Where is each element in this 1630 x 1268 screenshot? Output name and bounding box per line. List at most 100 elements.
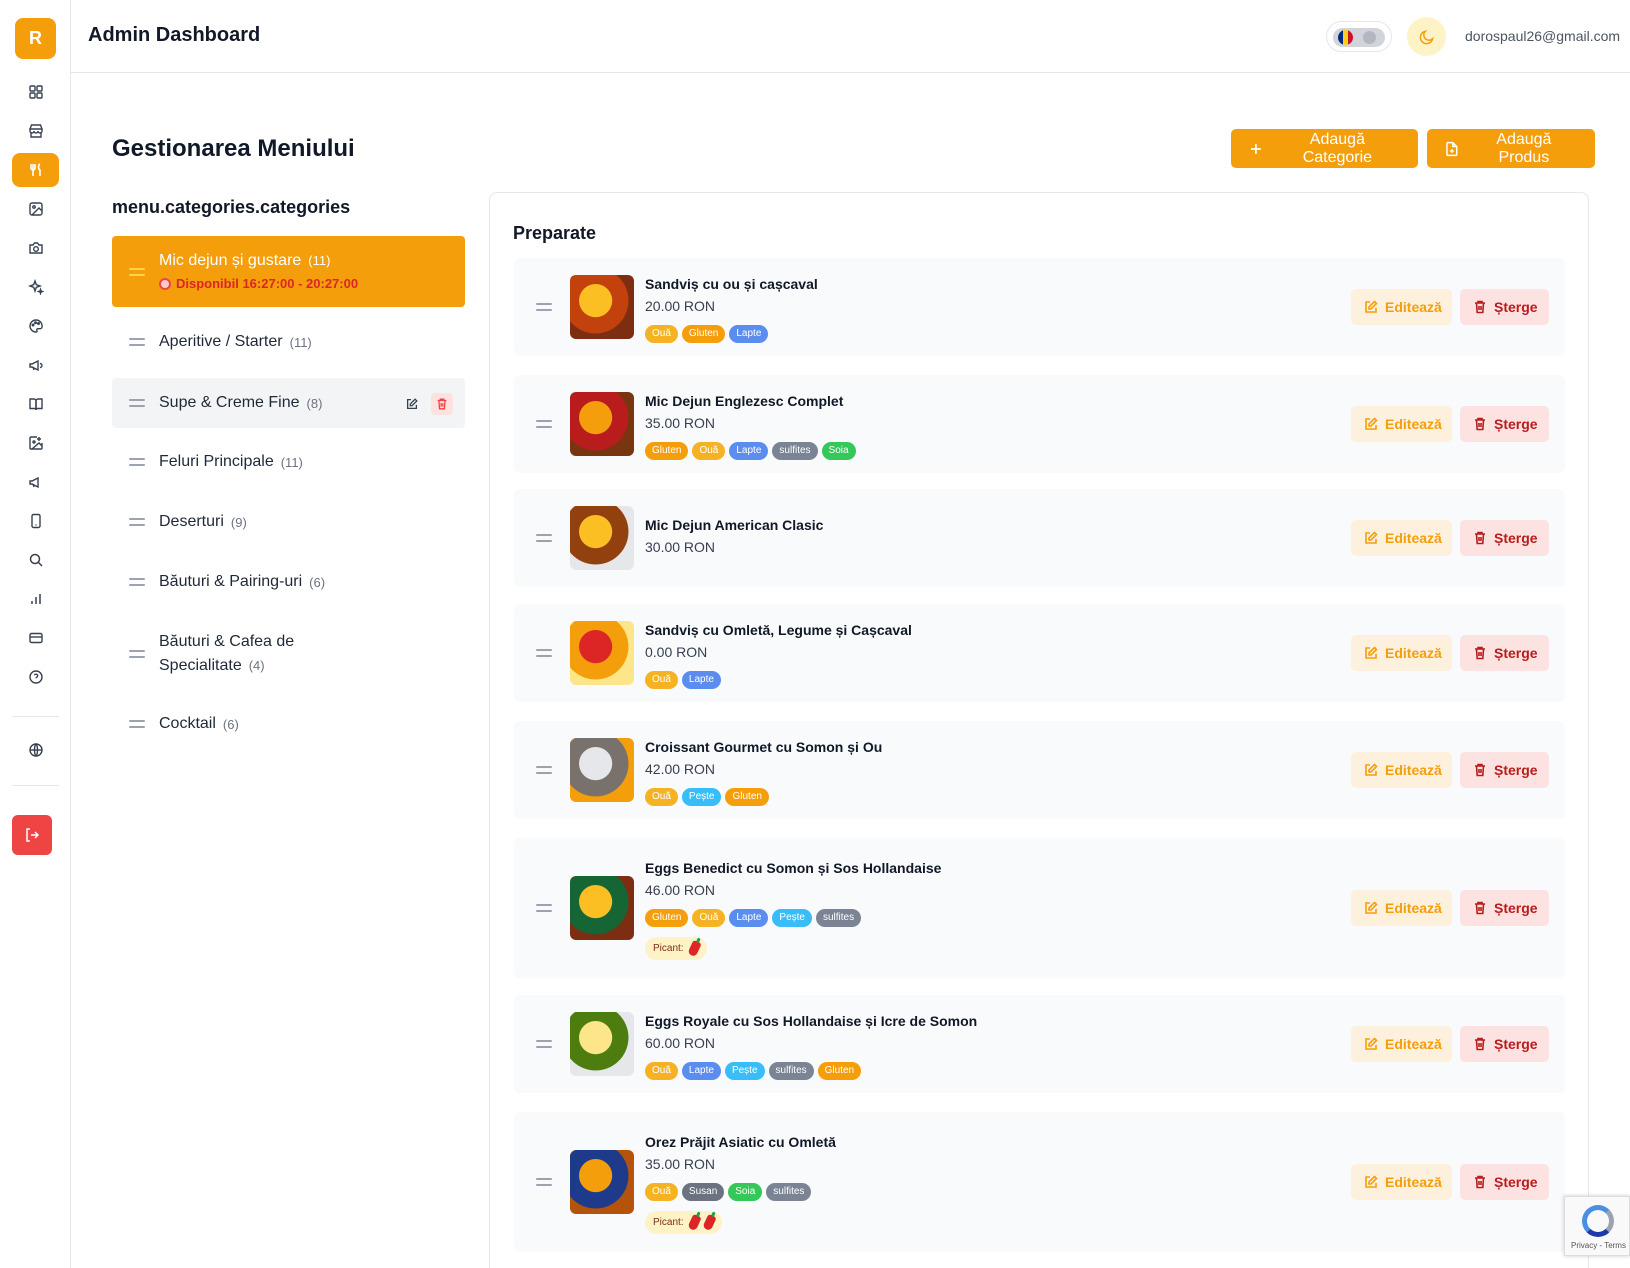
product-row[interactable]: Eggs Royale cu Sos Hollandaise și Icre d… bbox=[514, 995, 1565, 1093]
drag-handle-icon[interactable] bbox=[129, 338, 145, 346]
edit-product-button[interactable]: Editează bbox=[1351, 1026, 1452, 1062]
image-plus-icon[interactable] bbox=[12, 426, 59, 460]
moon-icon bbox=[1419, 29, 1434, 44]
store-icon[interactable] bbox=[12, 114, 59, 148]
megaphone-2-icon[interactable] bbox=[12, 465, 59, 499]
delete-product-button[interactable]: Șterge bbox=[1460, 1164, 1549, 1200]
search-icon[interactable] bbox=[12, 543, 59, 577]
category-name: Aperitive / Starter bbox=[159, 333, 283, 350]
logout-icon[interactable] bbox=[12, 815, 52, 855]
drag-handle-icon[interactable] bbox=[536, 420, 552, 428]
user-email[interactable]: dorospaul26@gmail.com bbox=[1465, 28, 1620, 44]
edit-product-button[interactable]: Editează bbox=[1351, 890, 1452, 926]
product-row[interactable]: Croissant Gourmet cu Somon și Ou 42.00 R… bbox=[514, 721, 1565, 819]
bar-chart-icon[interactable] bbox=[12, 582, 59, 616]
edit-product-button[interactable]: Editează bbox=[1351, 752, 1452, 788]
edit-icon[interactable] bbox=[401, 393, 423, 415]
sidebar: R bbox=[0, 0, 71, 1268]
theme-toggle-button[interactable] bbox=[1407, 17, 1446, 56]
category-item[interactable]: Mic dejun și gustare (11) Disponibil 16:2… bbox=[112, 236, 465, 307]
category-item[interactable]: Aperitive / Starter (11) bbox=[112, 318, 465, 366]
product-actions: Editează Șterge bbox=[1351, 635, 1549, 671]
allergen-tag: Gluten bbox=[645, 909, 689, 927]
edit-product-button[interactable]: Editează bbox=[1351, 289, 1452, 325]
edit-product-button[interactable]: Editează bbox=[1351, 406, 1452, 442]
drag-handle-icon[interactable] bbox=[129, 458, 145, 466]
recaptcha-badge[interactable]: Privacy - Terms bbox=[1564, 1196, 1630, 1256]
smartphone-icon[interactable] bbox=[12, 504, 59, 538]
megaphone-icon[interactable] bbox=[12, 348, 59, 382]
product-actions: Editează Șterge bbox=[1351, 1026, 1549, 1062]
product-name: Sandviș cu ou și cașcaval bbox=[645, 276, 818, 292]
credit-card-icon[interactable] bbox=[12, 621, 59, 655]
edit-product-button[interactable]: Editează bbox=[1351, 635, 1452, 671]
trash-icon bbox=[1472, 1036, 1488, 1052]
camera-icon[interactable] bbox=[12, 231, 59, 265]
category-name: Cocktail bbox=[159, 715, 216, 732]
edit-product-button[interactable]: Editează bbox=[1351, 1164, 1452, 1200]
delete-product-button[interactable]: Șterge bbox=[1460, 890, 1549, 926]
product-name: Eggs Royale cu Sos Hollandaise și Icre d… bbox=[645, 1013, 978, 1029]
drag-handle-icon[interactable] bbox=[536, 904, 552, 912]
category-count: (11) bbox=[280, 454, 303, 470]
dashboard-icon[interactable] bbox=[12, 75, 59, 109]
drag-handle-icon[interactable] bbox=[536, 534, 552, 542]
product-price: 46.00 RON bbox=[645, 882, 716, 898]
drag-handle-icon[interactable] bbox=[536, 1178, 552, 1186]
product-row[interactable]: Mic Dejun Englezesc Complet 35.00 RON Gl… bbox=[514, 375, 1565, 473]
drag-handle-icon[interactable] bbox=[536, 303, 552, 311]
category-item[interactable]: Feluri Principale (11) bbox=[112, 438, 465, 486]
sparkles-icon[interactable] bbox=[12, 270, 59, 304]
utensils-icon[interactable] bbox=[12, 153, 59, 187]
add-category-button[interactable]: Adaugă Categorie bbox=[1231, 129, 1418, 168]
category-item[interactable]: Supe & Creme Fine (8) bbox=[112, 378, 465, 428]
app-logo[interactable]: R bbox=[15, 18, 56, 59]
product-price: 35.00 RON bbox=[645, 415, 716, 431]
drag-handle-icon[interactable] bbox=[536, 1040, 552, 1048]
product-row[interactable]: Orez Prăjit Asiatic cu Omletă 35.00 RON … bbox=[514, 1112, 1565, 1252]
trash-icon[interactable] bbox=[431, 393, 453, 415]
drag-handle-icon[interactable] bbox=[536, 649, 552, 657]
delete-product-button[interactable]: Șterge bbox=[1460, 752, 1549, 788]
drag-handle-icon[interactable] bbox=[129, 518, 145, 526]
language-toggle[interactable] bbox=[1326, 21, 1392, 52]
product-row[interactable]: Sandviș cu Omletă, Legume și Cașcaval 0.… bbox=[514, 604, 1565, 702]
category-item[interactable]: Cocktail (6) bbox=[112, 700, 465, 748]
globe-icon[interactable] bbox=[12, 733, 59, 767]
product-name: Orez Prăjit Asiatic cu Omletă bbox=[645, 1134, 836, 1150]
product-info: Sandviș cu Omletă, Legume și Cașcaval 0.… bbox=[645, 622, 912, 689]
edit-icon bbox=[1363, 900, 1379, 916]
palette-icon[interactable] bbox=[12, 309, 59, 343]
drag-handle-icon[interactable] bbox=[129, 720, 145, 728]
drag-handle-icon[interactable] bbox=[129, 650, 145, 658]
category-item[interactable]: Băuturi & Pairing-uri (6) bbox=[112, 558, 465, 606]
delete-product-button[interactable]: Șterge bbox=[1460, 520, 1549, 556]
image-icon[interactable] bbox=[12, 192, 59, 226]
product-actions: Editează Șterge bbox=[1351, 1164, 1549, 1200]
category-item[interactable]: Deserturi (9) bbox=[112, 498, 465, 546]
drag-handle-icon[interactable] bbox=[536, 766, 552, 774]
categories-heading: menu.categories.categories bbox=[112, 197, 351, 217]
help-icon[interactable] bbox=[12, 660, 59, 694]
category-item[interactable]: Băuturi & Cafea de Specialitate (4) bbox=[112, 622, 465, 686]
drag-handle-icon[interactable] bbox=[129, 399, 145, 407]
drag-handle-icon[interactable] bbox=[129, 268, 145, 276]
delete-product-button[interactable]: Șterge bbox=[1460, 1026, 1549, 1062]
category-count: (11) bbox=[289, 334, 312, 350]
allergen-tag: Soia bbox=[821, 442, 856, 460]
allergen-tag: Ouă bbox=[645, 671, 678, 689]
delete-product-button[interactable]: Șterge bbox=[1460, 406, 1549, 442]
delete-label: Șterge bbox=[1494, 299, 1538, 315]
delete-product-button[interactable]: Șterge bbox=[1460, 289, 1549, 325]
edit-product-button[interactable]: Editează bbox=[1351, 520, 1452, 556]
delete-product-button[interactable]: Șterge bbox=[1460, 635, 1549, 671]
delete-label: Șterge bbox=[1494, 1174, 1538, 1190]
product-row[interactable]: Sandviș cu ou și cașcaval 20.00 RON Ouă G… bbox=[514, 258, 1565, 356]
edit-label: Editează bbox=[1385, 645, 1442, 661]
book-icon[interactable] bbox=[12, 387, 59, 421]
product-row[interactable]: Mic Dejun American Clasic 30.00 RON Edit… bbox=[514, 489, 1565, 587]
add-product-button[interactable]: Adaugă Produs bbox=[1427, 129, 1595, 168]
drag-handle-icon[interactable] bbox=[129, 578, 145, 586]
allergen-tags: Ouă Gluten Lapte bbox=[645, 325, 818, 343]
product-row[interactable]: Eggs Benedict cu Somon și Sos Hollandais… bbox=[514, 838, 1565, 978]
